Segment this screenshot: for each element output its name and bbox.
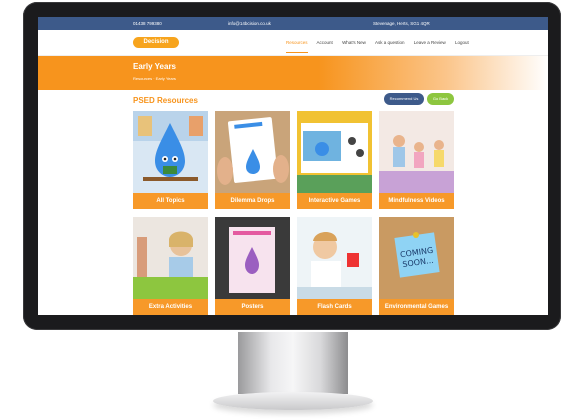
coming-soon-note-icon: COMING SOON... [379,217,454,299]
tile-label: Mindfulness Videos [379,193,454,209]
dilemma-card-icon [215,111,290,193]
nav-whats-new[interactable]: What's New [342,40,366,45]
nav-logout[interactable]: Logout [455,40,469,45]
site-logo[interactable]: Decision [133,37,179,48]
breadcrumb: Resources · Early Years [133,76,176,81]
tile-label: Extra Activities [133,299,208,315]
tile-mindfulness-videos[interactable]: Mindfulness Videos [379,111,454,209]
tile-interactive-games[interactable]: Interactive Games [297,111,372,209]
poster-icon [215,217,290,299]
monitor-stand [238,332,348,394]
back-button[interactable]: Go Back [427,93,454,105]
flash-card-child-icon [297,217,372,299]
nav-active-indicator [286,52,308,53]
phone-text: 01438 799380 [133,21,162,26]
tile-extra-activities[interactable]: Extra Activities [133,217,208,315]
recommend-button[interactable]: Recommend Us [384,93,424,105]
tile-label: All Topics [133,193,208,209]
address-text: Stevenage, Herts, SG1 4QR [373,21,430,26]
tile-environmental-games[interactable]: COMING SOON... Environmental Games [379,217,454,315]
tile-label: Interactive Games [297,193,372,209]
game-screen-icon [297,111,372,193]
drop-character-icon [133,111,208,193]
contact-bar: 01438 799380 info@14bcision.co.uk Steven… [38,17,548,30]
tile-all-topics[interactable]: All Topics [133,111,208,209]
tile-label: Posters [215,299,290,315]
email-text: info@14bcision.co.uk [228,21,271,26]
screen: 01438 799380 info@14bcision.co.uk Steven… [38,17,548,315]
tile-dilemma-drops[interactable]: Dilemma Drops [215,111,290,209]
child-activity-icon [133,217,208,299]
monitor-base [213,392,373,410]
tile-label: Environmental Games [379,299,454,315]
nav-account[interactable]: Account [317,40,333,45]
nav-bar: Decision Resources Account What's New As… [38,30,548,56]
page-hero: Early Years Resources · Early Years [38,56,548,90]
nav-leave-review[interactable]: Leave a Review [414,40,446,45]
nav-ask-question[interactable]: Ask a question [375,40,405,45]
page-title: Early Years [133,62,177,71]
tile-posters[interactable]: Posters [215,217,290,315]
tile-flash-cards[interactable]: Flash Cards [297,217,372,315]
tile-label: Flash Cards [297,299,372,315]
section-title: PSED Resources [133,96,198,105]
tile-label: Dilemma Drops [215,193,290,209]
yoga-kids-icon [379,111,454,193]
nav-links: Resources Account What's New Ask a quest… [286,40,477,53]
nav-resources[interactable]: Resources [286,40,308,45]
